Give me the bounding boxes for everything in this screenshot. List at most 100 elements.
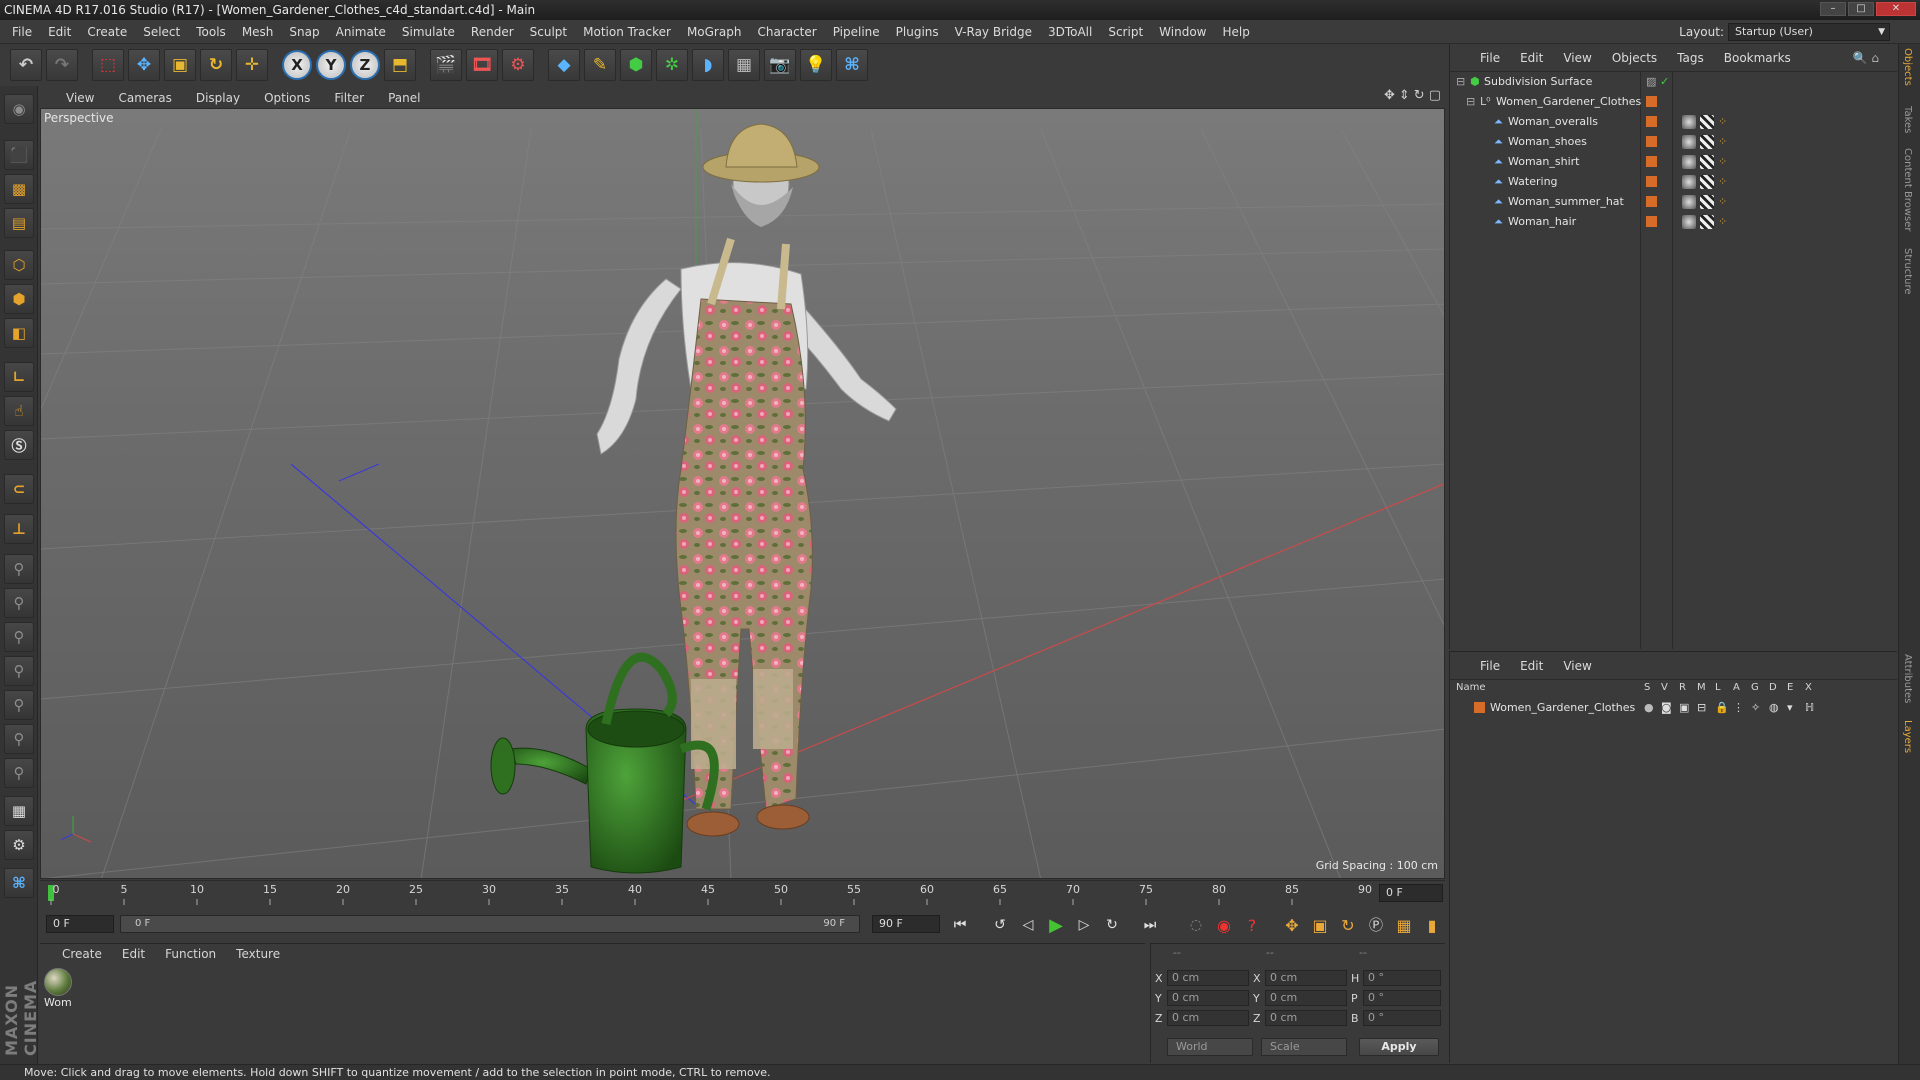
object-row-woman-summer-hat[interactable]: ⏶ Woman_summer_hat ⁘	[1450, 192, 1898, 212]
solo-mode-icon[interactable]: Ⓢ	[4, 430, 34, 460]
menu-select[interactable]: Select	[135, 20, 188, 44]
layer-color-swatch[interactable]	[1646, 196, 1657, 207]
maximize-view-icon[interactable]: ▢	[1429, 88, 1441, 103]
objmgr-menu-bookmarks[interactable]: Bookmarks	[1714, 51, 1801, 65]
timeline-window-icon[interactable]: ▮	[1420, 914, 1444, 936]
perspective-viewport[interactable]: Perspective Grid Spacing : 100 cm	[40, 108, 1445, 879]
model-mode-icon[interactable]: ⬛	[4, 140, 34, 170]
material-tag-icon[interactable]	[1682, 215, 1696, 229]
menu-mograph[interactable]: MoGraph	[679, 20, 750, 44]
current-frame-field[interactable]: 0 F	[1379, 884, 1443, 902]
axis-mode-icon[interactable]: ∟	[4, 362, 34, 392]
material-tag-icon[interactable]	[1682, 135, 1696, 149]
close-button[interactable]: ✕	[1876, 2, 1916, 16]
phong-tag-icon[interactable]: ⁘	[1718, 192, 1727, 212]
frame-range-slider[interactable]: 0 F 90 F	[120, 915, 860, 933]
layer-color-swatch[interactable]	[1646, 156, 1657, 167]
camera-icon[interactable]: 📷	[764, 49, 796, 81]
recent-tool-icon[interactable]: ✛	[236, 49, 268, 81]
enabled-check-icon[interactable]: ✓	[1660, 72, 1669, 92]
python-icon[interactable]: ⌘	[836, 49, 868, 81]
menu-render[interactable]: Render	[463, 20, 522, 44]
menu-snap[interactable]: Snap	[281, 20, 327, 44]
polygons-mode-icon[interactable]: ◧	[4, 318, 34, 348]
material-name[interactable]: Wom	[44, 996, 72, 1009]
edges-mode-icon[interactable]: ⬢	[4, 284, 34, 314]
python-script-icon[interactable]: ⌘	[4, 868, 34, 898]
menu-animate[interactable]: Animate	[328, 20, 394, 44]
menu-vray-bridge[interactable]: V-Ray Bridge	[947, 20, 1040, 44]
dolly-icon[interactable]: ⇕	[1399, 88, 1410, 103]
viewport-menu-cameras[interactable]: Cameras	[106, 91, 183, 105]
cube-icon[interactable]: ◆	[548, 49, 580, 81]
apply-button[interactable]: Apply	[1359, 1038, 1439, 1056]
collapse-icon[interactable]: ⊟	[1456, 72, 1465, 92]
solo-toggle-icon[interactable]: ●	[1644, 698, 1654, 718]
pan-icon[interactable]: ✥	[1384, 88, 1395, 103]
object-row-watering[interactable]: ⏶ Watering ⁘	[1450, 172, 1898, 192]
spline-pen-icon[interactable]: ✎	[584, 49, 616, 81]
layer-color-swatch[interactable]	[1646, 96, 1657, 107]
render-settings-icon[interactable]: ⚙	[502, 49, 534, 81]
sculpt-brush-7-icon[interactable]: ⚲	[4, 758, 34, 788]
uvw-tag-icon[interactable]	[1700, 175, 1714, 189]
collapse-icon[interactable]: ⊟	[1466, 92, 1475, 112]
z-axis-button[interactable]: Z	[350, 50, 380, 80]
scale-tool-icon[interactable]: ▣	[164, 49, 196, 81]
maximize-button[interactable]: □	[1848, 2, 1874, 16]
menu-character[interactable]: Character	[749, 20, 824, 44]
sculpt-brush-6-icon[interactable]: ⚲	[4, 724, 34, 754]
view-toggle-icon[interactable]: ◙	[1661, 698, 1672, 718]
layer-color-swatch[interactable]	[1646, 176, 1657, 187]
tweak-mode-icon[interactable]: ☝	[4, 396, 34, 426]
expression-toggle-icon[interactable]: ▾	[1787, 698, 1793, 718]
subdivision-surface-icon[interactable]: ⬢	[620, 49, 652, 81]
menu-file[interactable]: File	[4, 20, 40, 44]
material-menu-function[interactable]: Function	[155, 947, 226, 961]
workplane-mode-icon[interactable]: ▤	[4, 208, 34, 238]
layer-color-swatch[interactable]	[1646, 216, 1657, 227]
y-axis-button[interactable]: Y	[316, 50, 346, 80]
menu-edit[interactable]: Edit	[40, 20, 79, 44]
size-mode-dropdown[interactable]: Scale	[1261, 1038, 1347, 1056]
previous-key-icon[interactable]: ↺	[988, 914, 1012, 936]
rotation-b-field[interactable]: 0 °	[1363, 1010, 1441, 1026]
menu-tools[interactable]: Tools	[188, 20, 234, 44]
objmgr-menu-edit[interactable]: Edit	[1510, 51, 1553, 65]
move-tool-icon[interactable]: ✥	[128, 49, 160, 81]
tab-layers[interactable]: Layers	[1902, 720, 1913, 753]
menu-script[interactable]: Script	[1100, 20, 1151, 44]
sculpt-brush-1-icon[interactable]: ⚲	[4, 554, 34, 584]
layermgr-menu-edit[interactable]: Edit	[1510, 659, 1553, 673]
object-row-woman-shoes[interactable]: ⏶ Woman_shoes ⁘	[1450, 132, 1898, 152]
material-menu-create[interactable]: Create	[52, 947, 112, 961]
layer-color-swatch[interactable]	[1646, 116, 1657, 127]
workplane-icon[interactable]: ⊥	[4, 514, 34, 544]
layermgr-menu-view[interactable]: View	[1553, 659, 1601, 673]
uvw-tag-icon[interactable]	[1700, 155, 1714, 169]
keyframe-selection-icon[interactable]: ?	[1240, 914, 1264, 936]
menu-motion-tracker[interactable]: Motion Tracker	[575, 20, 679, 44]
grid-lock-icon[interactable]: ▦	[4, 796, 34, 826]
phong-tag-icon[interactable]: ⁘	[1718, 132, 1727, 152]
objmgr-menu-view[interactable]: View	[1553, 51, 1601, 65]
menu-create[interactable]: Create	[79, 20, 135, 44]
menu-pipeline[interactable]: Pipeline	[825, 20, 888, 44]
objmgr-search-icon[interactable]: 🔍 ⌂	[1843, 51, 1889, 65]
tab-content-browser[interactable]: Content Browser	[1902, 148, 1913, 231]
key-position-icon[interactable]: ✥	[1280, 914, 1304, 936]
objmgr-menu-tags[interactable]: Tags	[1667, 51, 1714, 65]
minimize-button[interactable]: –	[1820, 2, 1846, 16]
position-y-field[interactable]: 0 cm	[1167, 990, 1249, 1006]
snap-icon[interactable]: ⊂	[4, 474, 34, 504]
viewport-menu-panel[interactable]: Panel	[376, 91, 432, 105]
sculpt-brush-5-icon[interactable]: ⚲	[4, 690, 34, 720]
object-row-women-gardener-clothes[interactable]: ⊟ L⁰ Women_Gardener_Clothes	[1450, 92, 1898, 112]
render-view-icon[interactable]: 🎬	[430, 49, 462, 81]
phong-tag-icon[interactable]: ⁘	[1718, 172, 1727, 192]
menu-window[interactable]: Window	[1151, 20, 1214, 44]
viewport-menu-view[interactable]: View	[54, 91, 106, 105]
size-z-field[interactable]: 0 cm	[1265, 1010, 1347, 1026]
render-toggle-icon[interactable]: ▣	[1679, 698, 1689, 718]
uvw-tag-icon[interactable]	[1700, 115, 1714, 129]
